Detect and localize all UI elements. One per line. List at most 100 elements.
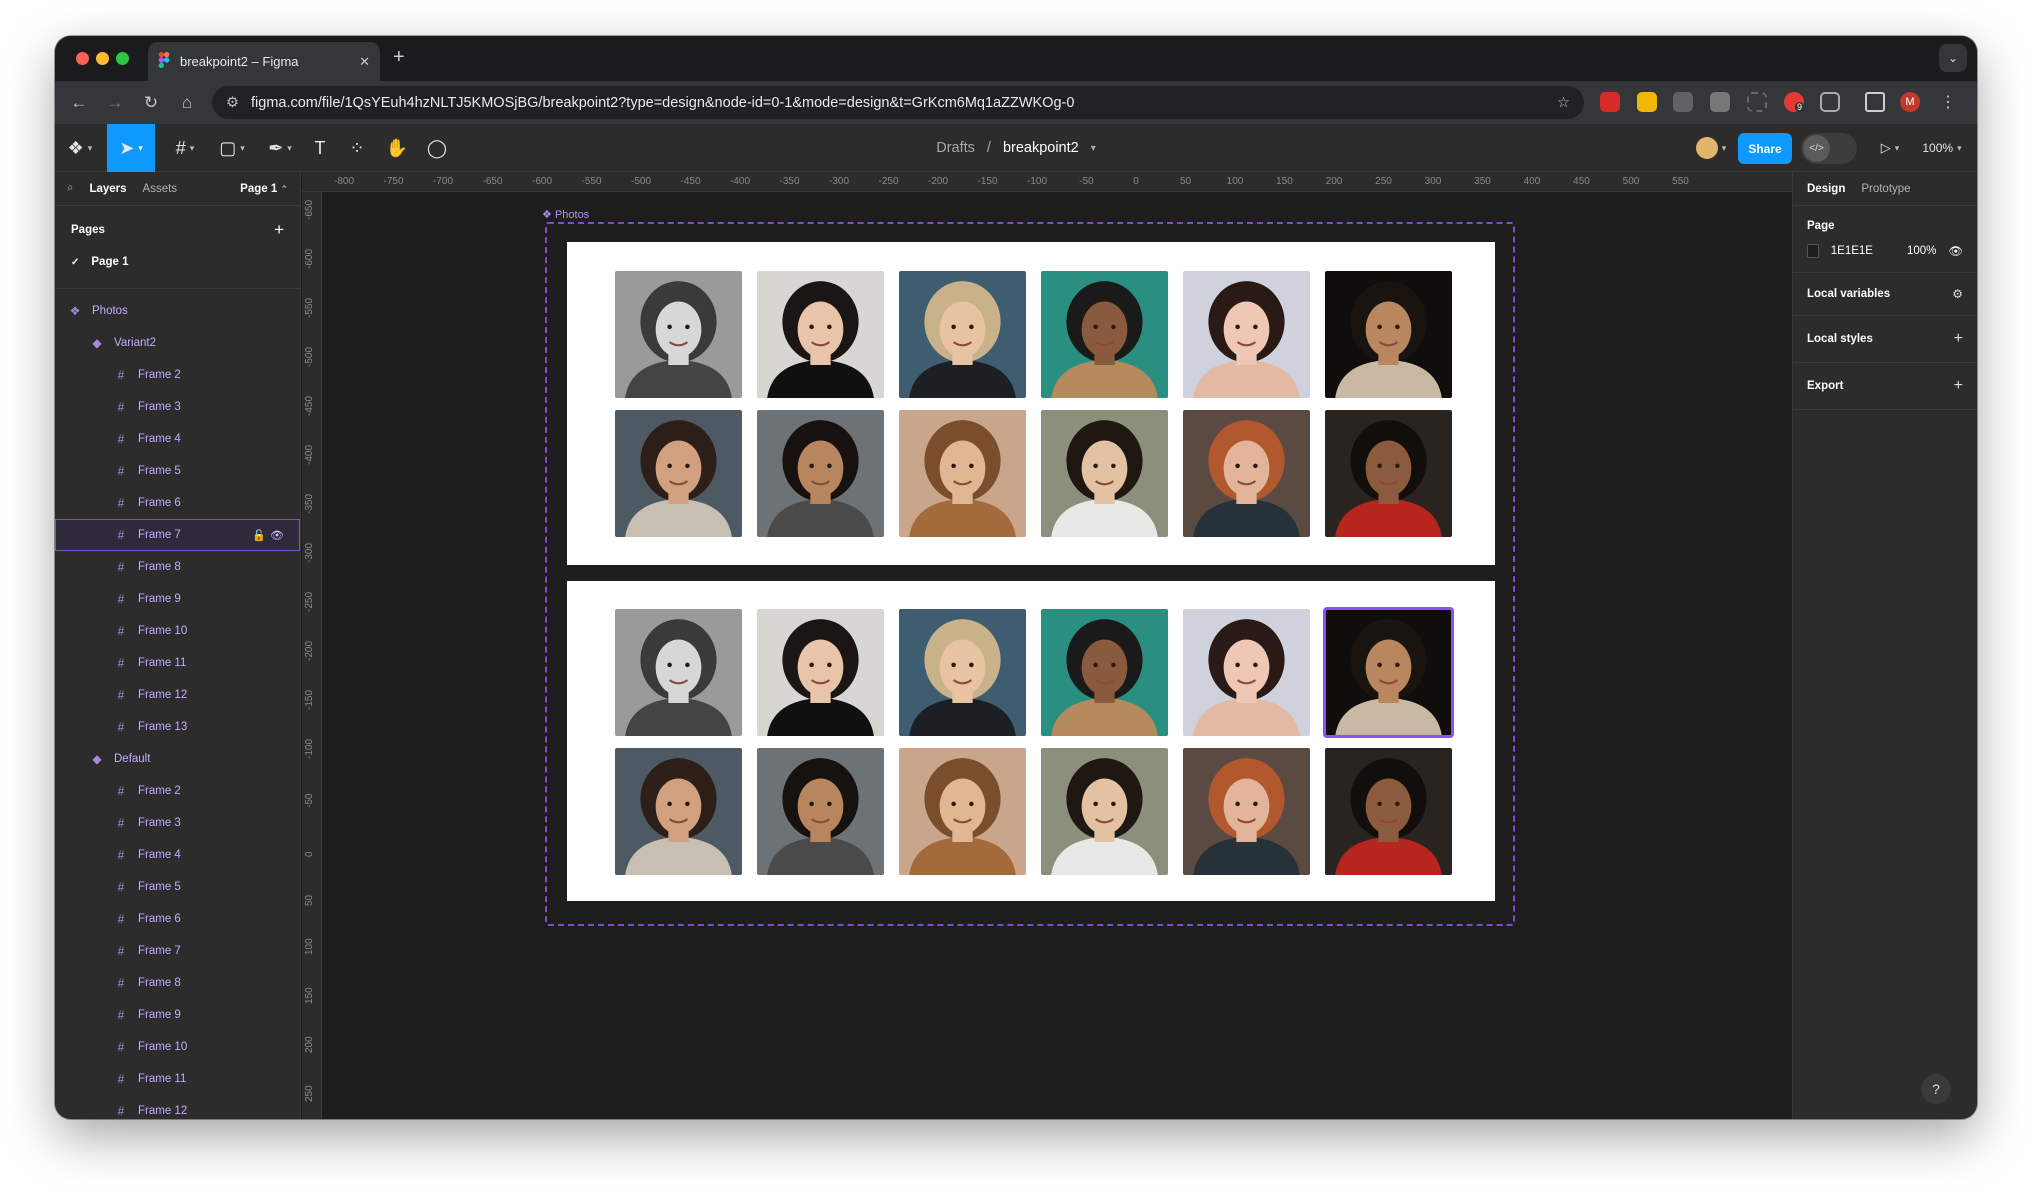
layer-row-variant[interactable]: ◆ Default: [55, 743, 300, 775]
component-set-frame[interactable]: [545, 222, 1515, 926]
hand-tool-button[interactable]: ✋: [382, 124, 412, 172]
extension-badge-icon[interactable]: 9: [1784, 92, 1804, 112]
local-variables-section[interactable]: Local variables ⚙: [1793, 273, 1977, 316]
portrait-photo[interactable]: [1183, 271, 1310, 398]
present-button[interactable]: ▷ ▾: [1875, 124, 1905, 172]
tab-prototype[interactable]: Prototype: [1861, 183, 1910, 195]
layer-row-frame[interactable]: # Frame 6: [55, 903, 300, 935]
layer-row-frame[interactable]: # Frame 5: [55, 871, 300, 903]
resources-tool-button[interactable]: ⁘: [342, 124, 372, 172]
extension-yellow-icon[interactable]: [1637, 92, 1657, 112]
portrait-photo[interactable]: [757, 609, 884, 736]
zoom-menu[interactable]: 100% ▾: [1917, 124, 1967, 172]
bookmark-star-icon[interactable]: ☆: [1557, 95, 1570, 111]
variant-card[interactable]: [567, 242, 1495, 565]
camera-extension-icon[interactable]: [1673, 92, 1693, 112]
background-hex[interactable]: 1E1E1E: [1831, 245, 1873, 257]
address-bar[interactable]: ⚙ figma.com/file/1QsYEuh4hzNLTJ5KMOSjBG/…: [212, 86, 1584, 119]
variant-card[interactable]: [567, 581, 1495, 901]
new-tab-icon[interactable]: +: [393, 46, 405, 69]
tab-assets[interactable]: Assets: [143, 183, 178, 195]
screenshot-extension-icon[interactable]: [1747, 92, 1767, 112]
side-panel-icon[interactable]: [1865, 92, 1885, 112]
layer-row-frame[interactable]: # Frame 7 🔓👁: [55, 519, 300, 551]
maximize-window-button[interactable]: [116, 52, 129, 65]
puzzle-extensions-icon[interactable]: [1820, 92, 1840, 112]
layer-row-frame[interactable]: # Frame 12: [55, 1095, 300, 1119]
collaborator-avatar[interactable]: ▾: [1691, 124, 1731, 172]
extension-red-icon[interactable]: [1600, 92, 1620, 112]
search-layers-icon[interactable]: ⌕: [67, 182, 73, 195]
layer-row-frame[interactable]: # Frame 3: [55, 807, 300, 839]
comment-tool-button[interactable]: ◯: [422, 124, 452, 172]
portrait-photo[interactable]: [615, 748, 742, 875]
layer-row-frame[interactable]: # Frame 12: [55, 679, 300, 711]
background-swatch[interactable]: [1807, 244, 1819, 258]
help-button[interactable]: ?: [1921, 1074, 1951, 1104]
layer-row-frame[interactable]: # Frame 11: [55, 1063, 300, 1095]
tab-search-button[interactable]: ⌄: [1939, 44, 1967, 72]
minimize-window-button[interactable]: [96, 52, 109, 65]
shape-tool-button[interactable]: ▢ ▾: [212, 124, 252, 172]
home-icon[interactable]: ⌂: [169, 93, 205, 113]
site-settings-icon[interactable]: ⚙: [226, 95, 239, 111]
export-section[interactable]: Export +: [1793, 363, 1977, 410]
portrait-photo[interactable]: [1041, 271, 1168, 398]
portrait-photo[interactable]: [1325, 410, 1452, 537]
page-item[interactable]: ✓ Page 1: [55, 246, 300, 278]
tab-layers[interactable]: Layers: [89, 183, 126, 195]
main-menu-button[interactable]: ❖ ▾: [65, 124, 95, 172]
layer-row-frame[interactable]: # Frame 13: [55, 711, 300, 743]
portrait-photo[interactable]: [615, 410, 742, 537]
move-tool-button[interactable]: ➤ ▾: [107, 124, 155, 172]
drafts-link[interactable]: Drafts: [936, 140, 975, 156]
portrait-photo[interactable]: [899, 271, 1026, 398]
portrait-photo[interactable]: [899, 410, 1026, 537]
background-opacity[interactable]: 100%: [1907, 245, 1936, 257]
portrait-photo[interactable]: [1041, 748, 1168, 875]
browser-tab[interactable]: breakpoint2 – Figma ✕: [148, 42, 380, 81]
local-styles-section[interactable]: Local styles +: [1793, 316, 1977, 363]
portrait-photo[interactable]: [757, 271, 884, 398]
forward-arrow-icon[interactable]: →: [97, 93, 133, 113]
portrait-photo[interactable]: [757, 410, 884, 537]
layer-row-frame[interactable]: # Frame 11: [55, 647, 300, 679]
layer-row-frame[interactable]: # Frame 3: [55, 391, 300, 423]
frame-tool-button[interactable]: # ▾: [165, 124, 205, 172]
pen-tool-button[interactable]: ✒ ▾: [260, 124, 300, 172]
chevron-down-icon[interactable]: ▾: [1091, 143, 1096, 154]
browser-menu-icon[interactable]: ⋮: [1938, 92, 1958, 112]
extension-gray-icon[interactable]: [1710, 92, 1730, 112]
frame-label[interactable]: ❖ Photos: [542, 208, 589, 221]
layer-row-frame[interactable]: # Frame 9: [55, 999, 300, 1031]
add-export-icon[interactable]: +: [1954, 377, 1963, 395]
close-tab-icon[interactable]: ✕: [359, 54, 370, 70]
text-tool-button[interactable]: T: [305, 124, 335, 172]
layer-row-frame[interactable]: # Frame 8: [55, 551, 300, 583]
lock-visibility-icons[interactable]: 🔓👁: [252, 529, 288, 542]
portrait-photo[interactable]: [1041, 609, 1168, 736]
layer-row-variant[interactable]: ◆ Variant2: [55, 327, 300, 359]
page-background-row[interactable]: 1E1E1E 100% 👁: [1807, 244, 1963, 258]
layer-row-frame[interactable]: # Frame 10: [55, 615, 300, 647]
back-arrow-icon[interactable]: ←: [61, 93, 97, 113]
file-name[interactable]: breakpoint2: [1003, 140, 1079, 156]
layer-row-frame[interactable]: # Frame 2: [55, 359, 300, 391]
portrait-photo[interactable]: [899, 609, 1026, 736]
layer-row-frame[interactable]: # Frame 6: [55, 487, 300, 519]
visibility-eye-icon[interactable]: 👁: [1948, 244, 1963, 258]
tab-design[interactable]: Design: [1807, 183, 1845, 195]
close-window-button[interactable]: [76, 52, 89, 65]
variables-settings-icon[interactable]: ⚙: [1952, 287, 1963, 301]
reload-icon[interactable]: ↻: [133, 93, 169, 113]
dev-mode-toggle[interactable]: </>: [1801, 133, 1857, 164]
portrait-photo[interactable]: [1041, 410, 1168, 537]
portrait-photo[interactable]: [1325, 271, 1452, 398]
layer-row-photos[interactable]: ❖ Photos: [55, 295, 300, 327]
portrait-photo[interactable]: [615, 609, 742, 736]
add-page-icon[interactable]: +: [274, 220, 284, 240]
layer-row-frame[interactable]: # Frame 4: [55, 839, 300, 871]
portrait-photo[interactable]: [1183, 609, 1310, 736]
portrait-photo[interactable]: [1325, 748, 1452, 875]
portrait-photo[interactable]: [899, 748, 1026, 875]
